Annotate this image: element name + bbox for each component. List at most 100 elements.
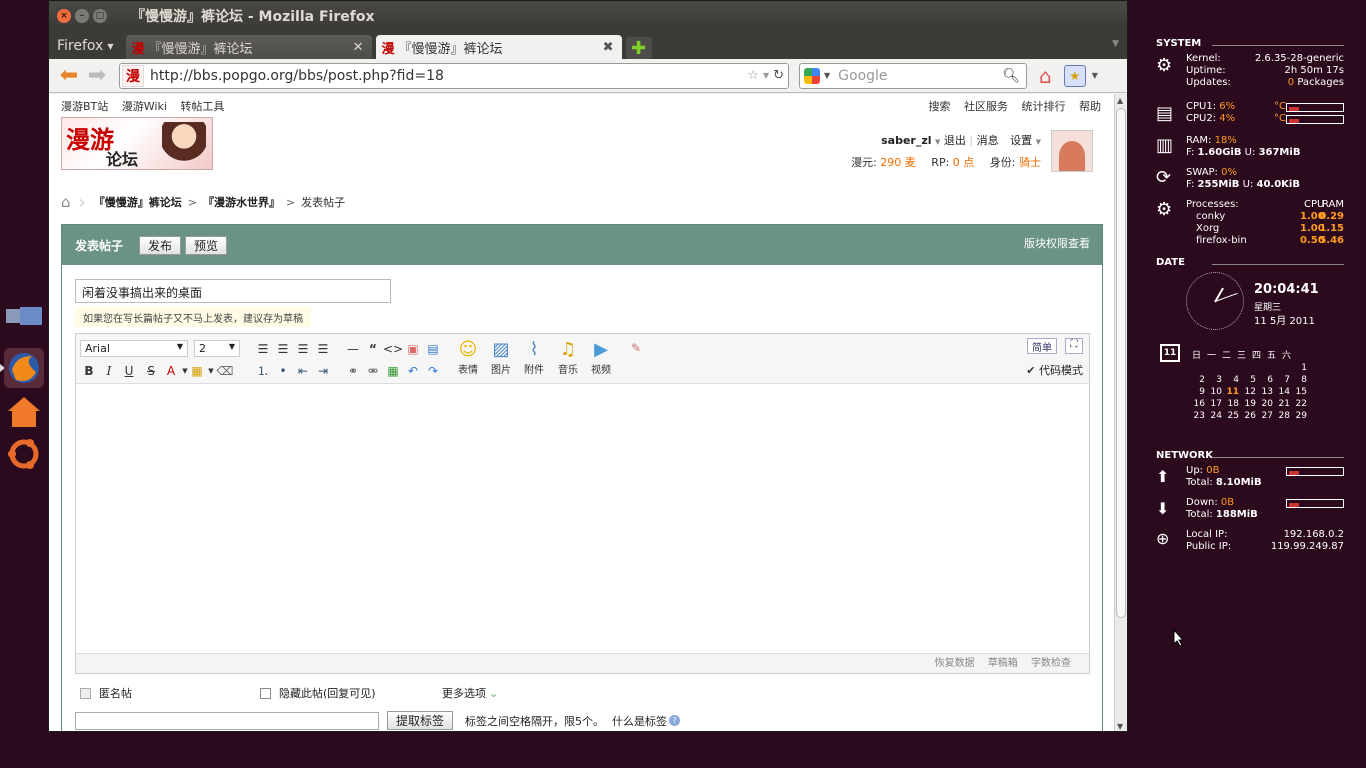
bookmarks-chevron-icon[interactable]: ▼ — [1092, 71, 1098, 80]
publish-button[interactable]: 发布 — [139, 235, 182, 255]
avatar[interactable] — [1051, 130, 1093, 172]
music-button[interactable]: ♫ 音乐 — [553, 339, 583, 376]
image-button[interactable]: ▨ 图片 — [486, 339, 516, 376]
unordered-list-icon[interactable]: • — [274, 362, 292, 379]
new-tab-button[interactable]: ✚ — [625, 37, 652, 59]
simple-mode-button[interactable]: 简单 — [1027, 338, 1057, 354]
top-link-search[interactable]: 搜索 — [929, 100, 951, 113]
bookmarks-button[interactable]: ★ — [1063, 64, 1086, 87]
align-left-icon[interactable]: ☰ — [254, 340, 272, 357]
window-minimize-button[interactable]: – — [75, 9, 89, 23]
code-icon[interactable]: <> — [383, 340, 403, 357]
search-engine-chevron-icon[interactable]: ▼ — [824, 71, 830, 80]
tab-forum-2[interactable]: 漫 『慢慢游』裤论坛 ✖ — [375, 35, 622, 59]
indent-icon[interactable]: ⇥ — [314, 362, 332, 379]
justify-icon[interactable]: ☰ — [314, 340, 332, 357]
search-icon[interactable]: 🔍︎ — [1002, 68, 1020, 84]
bold-icon[interactable]: B — [80, 362, 98, 379]
outdent-icon[interactable]: ⇤ — [294, 362, 312, 379]
window-close-button[interactable]: × — [57, 9, 71, 23]
bookmark-star-icon[interactable]: ☆ — [747, 68, 759, 83]
subject-input[interactable]: 闲着没事搞出来的桌面 — [75, 279, 391, 303]
clear-format-icon[interactable]: ⌫ — [216, 362, 234, 379]
reload-icon[interactable]: ↻ — [773, 68, 784, 83]
align-center-icon[interactable]: ☰ — [274, 340, 292, 357]
link-icon[interactable]: ⚭ — [344, 362, 362, 379]
history-dropdown-icon[interactable]: ▼ — [763, 71, 769, 80]
url-text[interactable]: http://bbs.popgo.org/bbs/post.php?fid=18 — [150, 68, 444, 84]
launcher-item-firefox[interactable] — [4, 348, 44, 388]
font-family-select[interactable]: Arial ▼ — [80, 340, 188, 357]
extract-tags-button[interactable]: 提取标签 — [387, 711, 454, 730]
what-is-tag-link[interactable]: 什么是标签 — [612, 713, 667, 729]
username-link[interactable]: saber_zl — [881, 134, 931, 147]
fullscreen-button[interactable]: ⛶ — [1065, 338, 1083, 354]
settings-link[interactable]: 设置 — [1010, 134, 1032, 147]
chevron-down-icon[interactable]: ▼ — [1036, 138, 1041, 146]
top-link-wiki[interactable]: 漫游Wiki — [122, 100, 167, 113]
logout-link[interactable]: 退出 — [944, 134, 966, 147]
preview-button[interactable]: 预览 — [185, 235, 228, 255]
top-link-stats[interactable]: 统计排行 — [1022, 100, 1066, 113]
url-bar[interactable]: 漫 http://bbs.popgo.org/bbs/post.php?fid=… — [119, 62, 789, 89]
redo-icon[interactable]: ↷ — [424, 362, 442, 379]
strikethrough-icon[interactable]: S — [142, 362, 160, 379]
tab-list-chevron-icon[interactable]: ▼ — [1112, 39, 1119, 49]
plugin-icon[interactable]: ✎ — [627, 339, 645, 356]
breadcrumb-forum[interactable]: 『慢慢游』裤论坛 — [94, 194, 182, 210]
forward-button[interactable]: ➡ — [83, 63, 111, 89]
tab-close-icon[interactable]: ✕ — [353, 40, 364, 55]
messages-link[interactable]: 消息 — [977, 134, 999, 147]
help-icon[interactable]: ? — [669, 715, 681, 726]
editor-textarea[interactable] — [76, 384, 1089, 655]
top-link-community[interactable]: 社区服务 — [964, 100, 1008, 113]
tab-close-icon[interactable]: ✖ — [603, 40, 614, 55]
top-link-repost-tool[interactable]: 转帖工具 — [180, 100, 224, 113]
firefox-menu-button[interactable]: Firefox ▼ — [49, 33, 122, 59]
hide-post-option[interactable]: 隐藏此帖(回复可见) — [260, 685, 376, 701]
board-permission-link[interactable]: 版块权限查看 — [1024, 235, 1090, 251]
breadcrumb-board[interactable]: 『漫游水世界』 — [203, 194, 280, 210]
undo-icon[interactable]: ↶ — [404, 362, 422, 379]
table-icon[interactable]: ▦ — [384, 362, 402, 379]
scrollbar-thumb[interactable] — [1116, 108, 1126, 618]
video-button[interactable]: ▶ 视频 — [586, 339, 616, 376]
free-tag-icon[interactable]: ▣ — [404, 340, 422, 357]
restore-data-link[interactable]: 恢复数据 — [935, 658, 975, 669]
hide-post-checkbox[interactable] — [260, 687, 271, 699]
drafts-link[interactable]: 草稿箱 — [988, 658, 1018, 669]
code-mode-toggle[interactable]: ✔ 代码模式 — [1026, 362, 1083, 378]
home-button[interactable]: ⌂ — [1039, 64, 1052, 88]
launcher-item-ubuntu[interactable] — [4, 434, 44, 474]
more-options-toggle[interactable]: 更多选项 ⌄ — [442, 685, 498, 701]
launcher-item-files[interactable] — [4, 296, 44, 336]
search-bar[interactable]: ▼ Google 🔍︎ — [799, 62, 1027, 89]
top-link-help[interactable]: 帮助 — [1079, 100, 1101, 113]
horizontal-rule-icon[interactable]: — — [344, 340, 362, 357]
align-right-icon[interactable]: ☰ — [294, 340, 312, 357]
quote-icon[interactable]: “ — [364, 340, 382, 357]
anonymous-checkbox[interactable] — [80, 687, 91, 699]
html-icon[interactable]: ▤ — [424, 340, 442, 357]
ordered-list-icon[interactable]: ⒈ — [254, 362, 272, 379]
italic-icon[interactable]: I — [100, 362, 118, 379]
top-link-bt[interactable]: 漫游BT站 — [61, 100, 108, 113]
word-count-link[interactable]: 字数检查 — [1031, 658, 1071, 669]
back-button[interactable]: ⬅ — [55, 63, 83, 89]
underline-icon[interactable]: U — [120, 362, 138, 379]
vertical-scrollbar[interactable]: ▲ ▼ — [1114, 94, 1127, 731]
tag-input[interactable] — [75, 711, 379, 730]
emoticon-button[interactable]: ☺ 表情 — [453, 339, 483, 376]
unlink-icon[interactable]: ⚮ — [364, 362, 382, 379]
window-maximize-button[interactable]: □ — [93, 9, 107, 23]
launcher-item-home[interactable] — [4, 392, 44, 432]
chevron-down-icon[interactable]: ▼ — [935, 138, 940, 146]
attachment-button[interactable]: ⌇ 附件 — [519, 339, 549, 376]
tab-forum-1[interactable]: 漫 『慢慢游』裤论坛 ✕ — [125, 35, 372, 59]
font-size-select[interactable]: 2 ▼ — [194, 340, 240, 357]
anonymous-option[interactable]: 匿名帖 — [80, 685, 132, 701]
site-logo[interactable]: 漫游 论坛 — [61, 117, 213, 170]
scroll-down-icon[interactable]: ▼ — [1117, 722, 1123, 731]
scroll-up-icon[interactable]: ▲ — [1117, 96, 1123, 105]
home-icon[interactable]: ⌂ — [61, 193, 71, 211]
